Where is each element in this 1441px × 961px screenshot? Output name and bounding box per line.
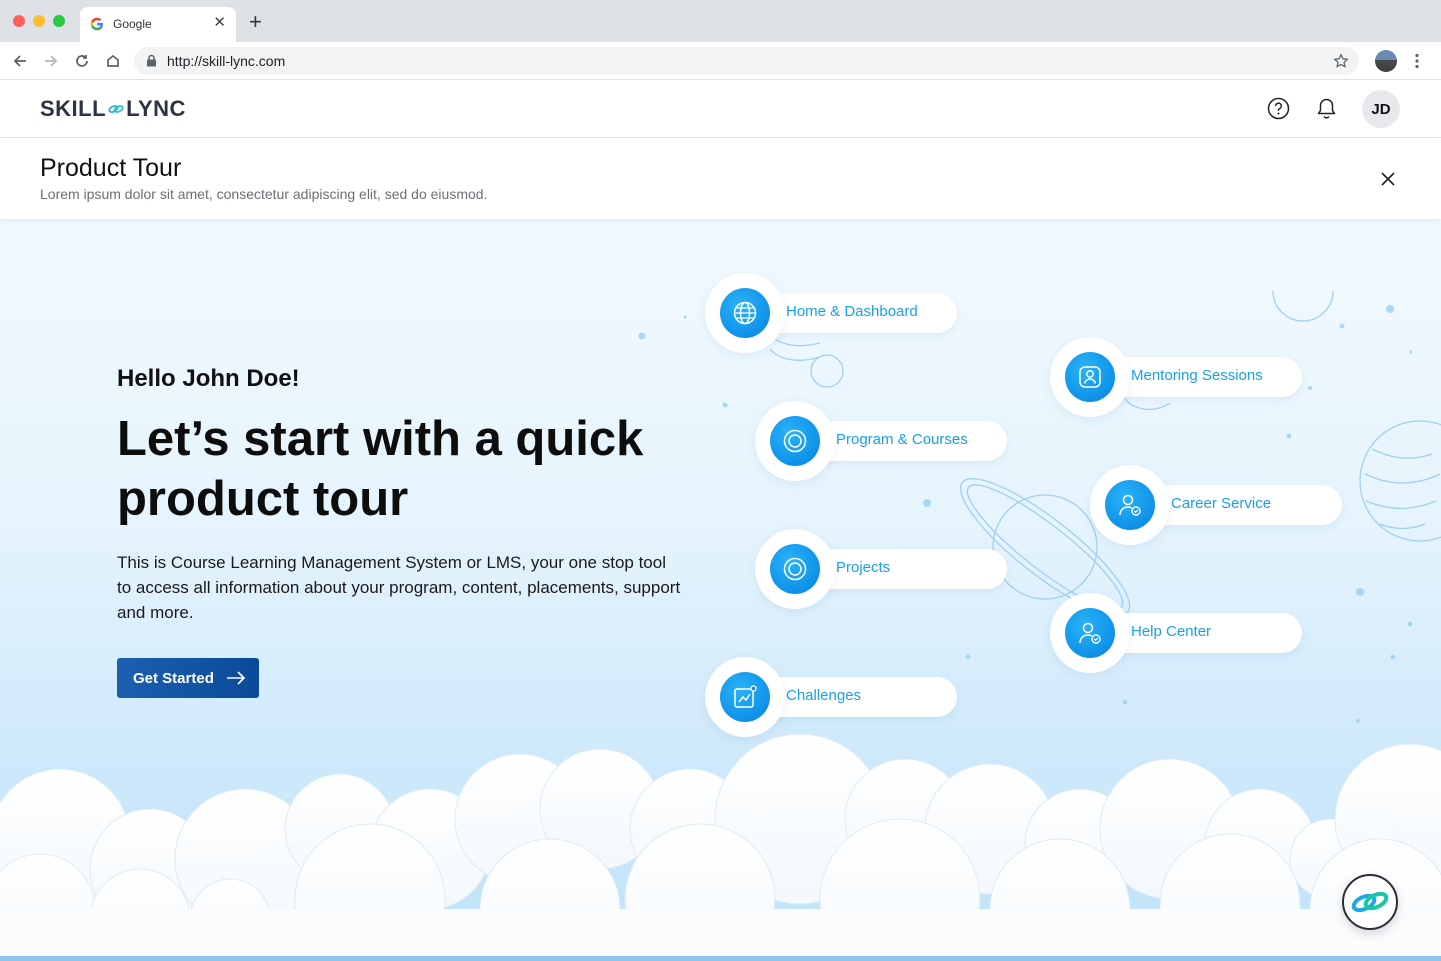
- window-minimize-button[interactable]: [33, 15, 45, 27]
- window-close-button[interactable]: [13, 15, 25, 27]
- omnibox[interactable]: http://skill-lync.com: [134, 47, 1359, 75]
- browser-tab[interactable]: Google ✕: [80, 7, 236, 42]
- tab-title: Google: [113, 17, 152, 31]
- home-icon[interactable]: [103, 51, 123, 71]
- browser-profile-avatar[interactable]: [1375, 50, 1397, 72]
- browser-toolbar: http://skill-lync.com: [0, 42, 1441, 80]
- lock-icon: [147, 54, 156, 67]
- back-arrow-icon[interactable]: [10, 51, 30, 71]
- hero-section: Hello John Doe! Let’s start with a quick…: [0, 219, 1441, 961]
- google-icon: [90, 17, 103, 31]
- bottom-accent-line: [0, 956, 1441, 961]
- user-avatar[interactable]: JD: [1362, 90, 1400, 128]
- chat-assistant-button[interactable]: [1342, 874, 1398, 930]
- skill-lync-logo[interactable]: SKILL LYNC: [40, 96, 186, 122]
- browser-menu-icon[interactable]: [1413, 53, 1421, 69]
- product-tour-bar: Product Tour Lorem ipsum dolor sit amet,…: [0, 139, 1441, 219]
- notification-bell-icon[interactable]: [1316, 97, 1337, 120]
- app-header: SKILL LYNC JD: [0, 80, 1441, 138]
- url-text: http://skill-lync.com: [167, 53, 286, 69]
- page-title: Product Tour: [40, 154, 182, 182]
- bookmark-star-icon[interactable]: [1333, 53, 1349, 69]
- page-subtitle: Lorem ipsum dolor sit amet, consectetur …: [40, 186, 488, 202]
- reload-icon[interactable]: [72, 51, 92, 71]
- logo-text-right: LYNC: [126, 96, 186, 121]
- new-tab-button[interactable]: +: [249, 11, 262, 33]
- browser-tab-bar: Google ✕ +: [0, 0, 1441, 42]
- logo-text-left: SKILL: [40, 96, 107, 121]
- forward-arrow-icon[interactable]: [41, 51, 61, 71]
- close-icon[interactable]: [1378, 169, 1398, 189]
- help-question-icon[interactable]: [1267, 97, 1290, 120]
- tab-close-icon[interactable]: ✕: [213, 14, 226, 32]
- chain-link-icon: [108, 105, 124, 113]
- window-maximize-button[interactable]: [53, 15, 65, 27]
- chain-link-icon: [1351, 891, 1389, 913]
- cloud-decoration: [0, 733, 1441, 961]
